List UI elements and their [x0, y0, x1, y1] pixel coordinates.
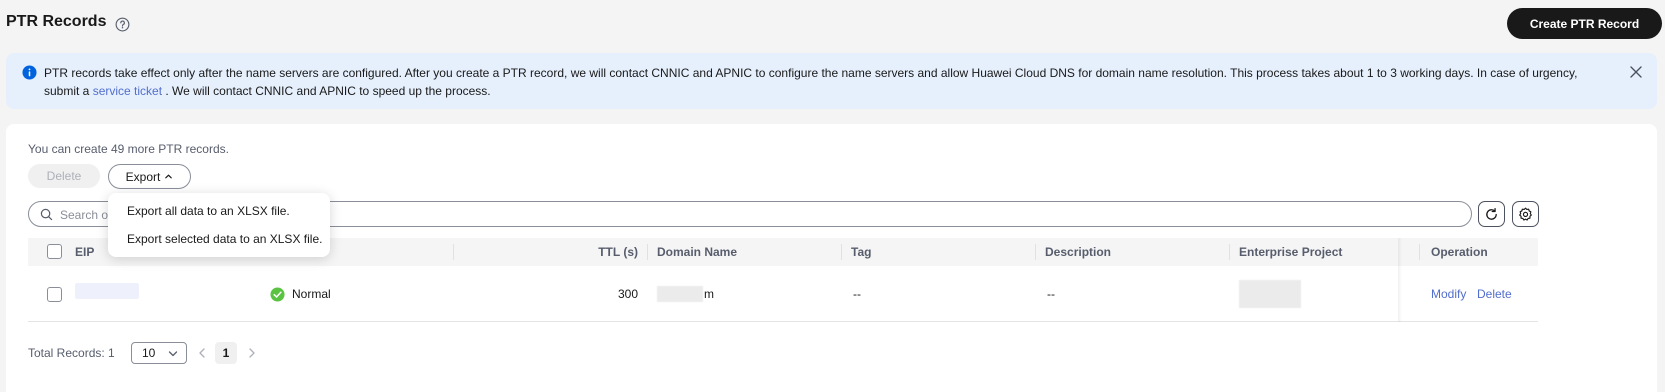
domain-name-redacted	[657, 286, 703, 302]
close-icon[interactable]	[1629, 65, 1643, 79]
page-number-current[interactable]: 1	[215, 342, 237, 364]
records-panel: You can create 49 more PTR records. Dele…	[6, 124, 1657, 392]
column-divider	[1035, 244, 1036, 260]
domain-name-value: m	[704, 287, 714, 301]
alert-message: PTR records take effect only after the n…	[44, 64, 1604, 100]
search-placeholder: Search or	[60, 208, 113, 222]
export-dropdown-menu: Export all data to an XLSX file. Export …	[108, 193, 330, 257]
chevron-left-icon[interactable]	[198, 348, 206, 358]
alert-text-part: . We will contact CNNIC and APNIC to spe…	[162, 84, 491, 98]
search-icon	[40, 208, 53, 221]
select-all-checkbox[interactable]	[47, 244, 62, 259]
modify-link[interactable]: Modify	[1431, 287, 1466, 301]
enterprise-project-value	[1239, 280, 1301, 308]
page-size-select[interactable]: 10	[131, 342, 187, 364]
status-text: Normal	[292, 287, 331, 301]
info-alert: PTR records take effect only after the n…	[6, 53, 1657, 109]
column-header-operation: Operation	[1431, 245, 1488, 259]
quota-text: You can create 49 more PTR records.	[28, 142, 229, 156]
ttl-value: 300	[617, 287, 638, 301]
delete-button[interactable]: Delete	[28, 164, 100, 188]
chevron-up-icon	[165, 174, 173, 179]
gear-icon	[1519, 207, 1532, 221]
description-value: --	[1047, 287, 1055, 301]
column-header-domain-name: Domain Name	[657, 245, 738, 259]
chevron-right-icon[interactable]	[248, 348, 256, 358]
eip-link[interactable]	[75, 283, 139, 299]
info-icon	[22, 65, 37, 80]
refresh-icon	[1486, 207, 1497, 220]
page-size-value: 10	[142, 346, 156, 360]
export-all-menu-item[interactable]: Export all data to an XLSX file.	[108, 198, 330, 224]
chevron-down-icon	[168, 351, 178, 357]
pagination: Total Records: 1 10 1	[28, 342, 628, 364]
column-header-ttl: TTL (s)	[598, 245, 638, 259]
delete-link[interactable]: Delete	[1477, 287, 1512, 301]
column-divider	[1419, 244, 1420, 260]
create-ptr-record-button[interactable]: Create PTR Record	[1507, 8, 1662, 39]
total-records: Total Records: 1	[28, 346, 115, 360]
row-checkbox[interactable]	[47, 287, 62, 302]
column-header-enterprise-project: Enterprise Project	[1239, 245, 1343, 259]
column-divider	[841, 244, 842, 260]
refresh-button[interactable]	[1478, 201, 1505, 227]
settings-button[interactable]	[1512, 201, 1539, 227]
column-divider	[647, 244, 648, 260]
table-row: Normal 300 m -- -- Modify Delete	[28, 266, 1538, 322]
service-ticket-link[interactable]: service ticket	[93, 84, 162, 98]
column-divider	[453, 244, 454, 260]
column-header-description: Description	[1045, 245, 1112, 259]
column-header-tag: Tag	[851, 245, 872, 259]
tag-value: --	[853, 287, 861, 301]
page-title: PTR Records	[6, 13, 107, 30]
title-row: PTR Records Create PTR Record	[6, 8, 1662, 44]
check-circle-icon	[270, 287, 285, 302]
export-button[interactable]: Export	[108, 164, 191, 189]
help-icon[interactable]	[115, 17, 130, 32]
export-label: Export	[125, 169, 161, 184]
export-selected-menu-item[interactable]: Export selected data to an XLSX file.	[108, 226, 330, 252]
column-header-eip: EIP	[75, 245, 95, 259]
column-divider	[1229, 244, 1230, 260]
operation-column-shadow	[1398, 238, 1402, 322]
